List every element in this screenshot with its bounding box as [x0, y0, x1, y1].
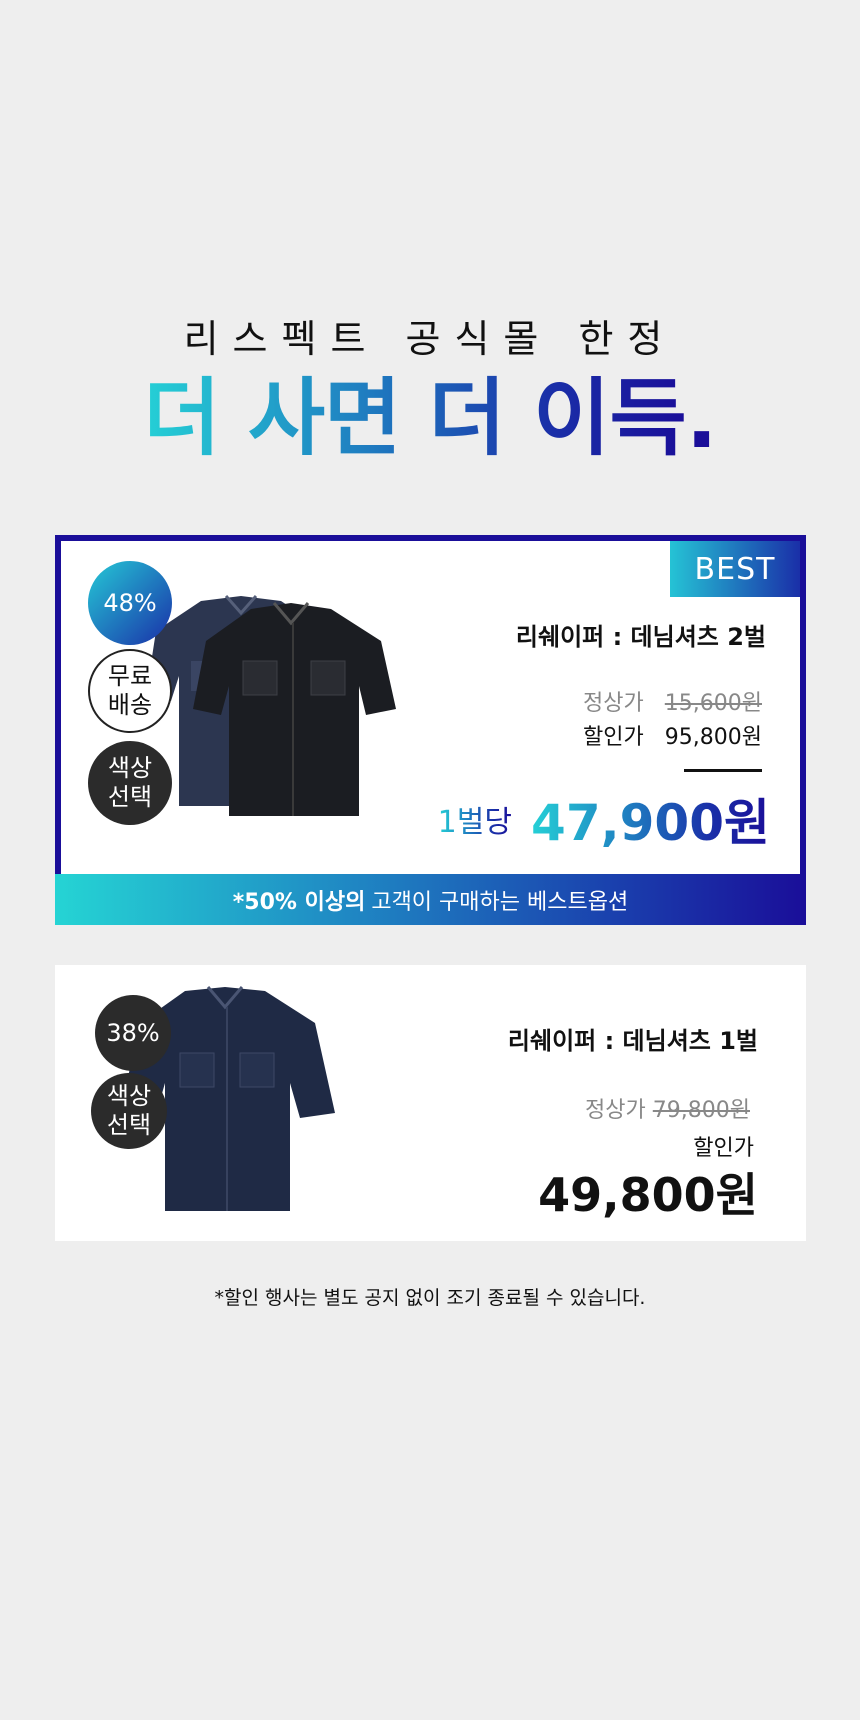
subtitle: 리스펙트 공식몰 한정: [183, 317, 677, 361]
sale-price-label: 할인가: [693, 1136, 754, 1161]
sale-price-row: 할인가 95,800원: [583, 719, 762, 751]
disclaimer-text: *할인 행사는 별도 공지 없이 조기 종료될 수 있습니다.: [214, 1287, 646, 1309]
best-tag: BEST: [670, 541, 800, 597]
color-select-badge[interactable]: 색상 선택: [91, 1073, 167, 1149]
headline-dot: .: [685, 369, 718, 467]
denim-shirt-pair-image: [146, 595, 396, 816]
product-title: 리쉐이퍼 : 데님셔츠 1벌: [507, 1027, 758, 1055]
headline: 더 사면 더 이득.: [0, 368, 860, 468]
regular-price-row: 정상가 79,800원: [585, 1092, 750, 1124]
sale-price-label: 할인가: [583, 725, 644, 750]
headline-text: 더 사면 더 이득: [143, 369, 686, 467]
color-select-badge[interactable]: 색상 선택: [88, 741, 172, 825]
band-text: 고객이 구매하는 베스트옵션: [371, 889, 629, 915]
discount-badge: 38%: [95, 995, 171, 1071]
sale-price: 95,800원: [664, 725, 762, 750]
per-unit-row: 1벌당 47,900원: [438, 783, 770, 855]
product-title: 리쉐이퍼 : 데님셔츠 2벌: [515, 623, 766, 651]
product-card-single[interactable]: 38% 색상 선택 리쉐이퍼 : 데님셔츠 1벌 정상가 79,800원 할인가…: [55, 965, 806, 1241]
sale-price: 49,800원: [538, 1168, 758, 1222]
band-highlight: *50% 이상의: [232, 889, 366, 915]
regular-price: 79,800원: [652, 1098, 750, 1123]
per-unit-label: 1벌당: [437, 805, 512, 840]
free-shipping-badge: 무료 배송: [88, 649, 172, 733]
per-unit-price: 47,900원: [531, 794, 770, 852]
regular-price-label: 정상가: [583, 691, 644, 716]
regular-price-row: 정상가 15,600원: [583, 685, 762, 717]
regular-price: 15,600원: [664, 691, 762, 716]
price-divider: [684, 769, 762, 772]
product-card-best-body: BEST 48% 무료 배송 색상 선택 리쉐이퍼 : 데님셔츠 2벌 정상가: [61, 541, 800, 874]
product-card-best[interactable]: BEST 48% 무료 배송 색상 선택 리쉐이퍼 : 데님셔츠 2벌 정상가: [55, 535, 806, 925]
regular-price-label: 정상가: [585, 1098, 646, 1123]
discount-badge: 48%: [88, 561, 172, 645]
best-option-band: *50% 이상의 고객이 구매하는 베스트옵션: [55, 874, 806, 925]
